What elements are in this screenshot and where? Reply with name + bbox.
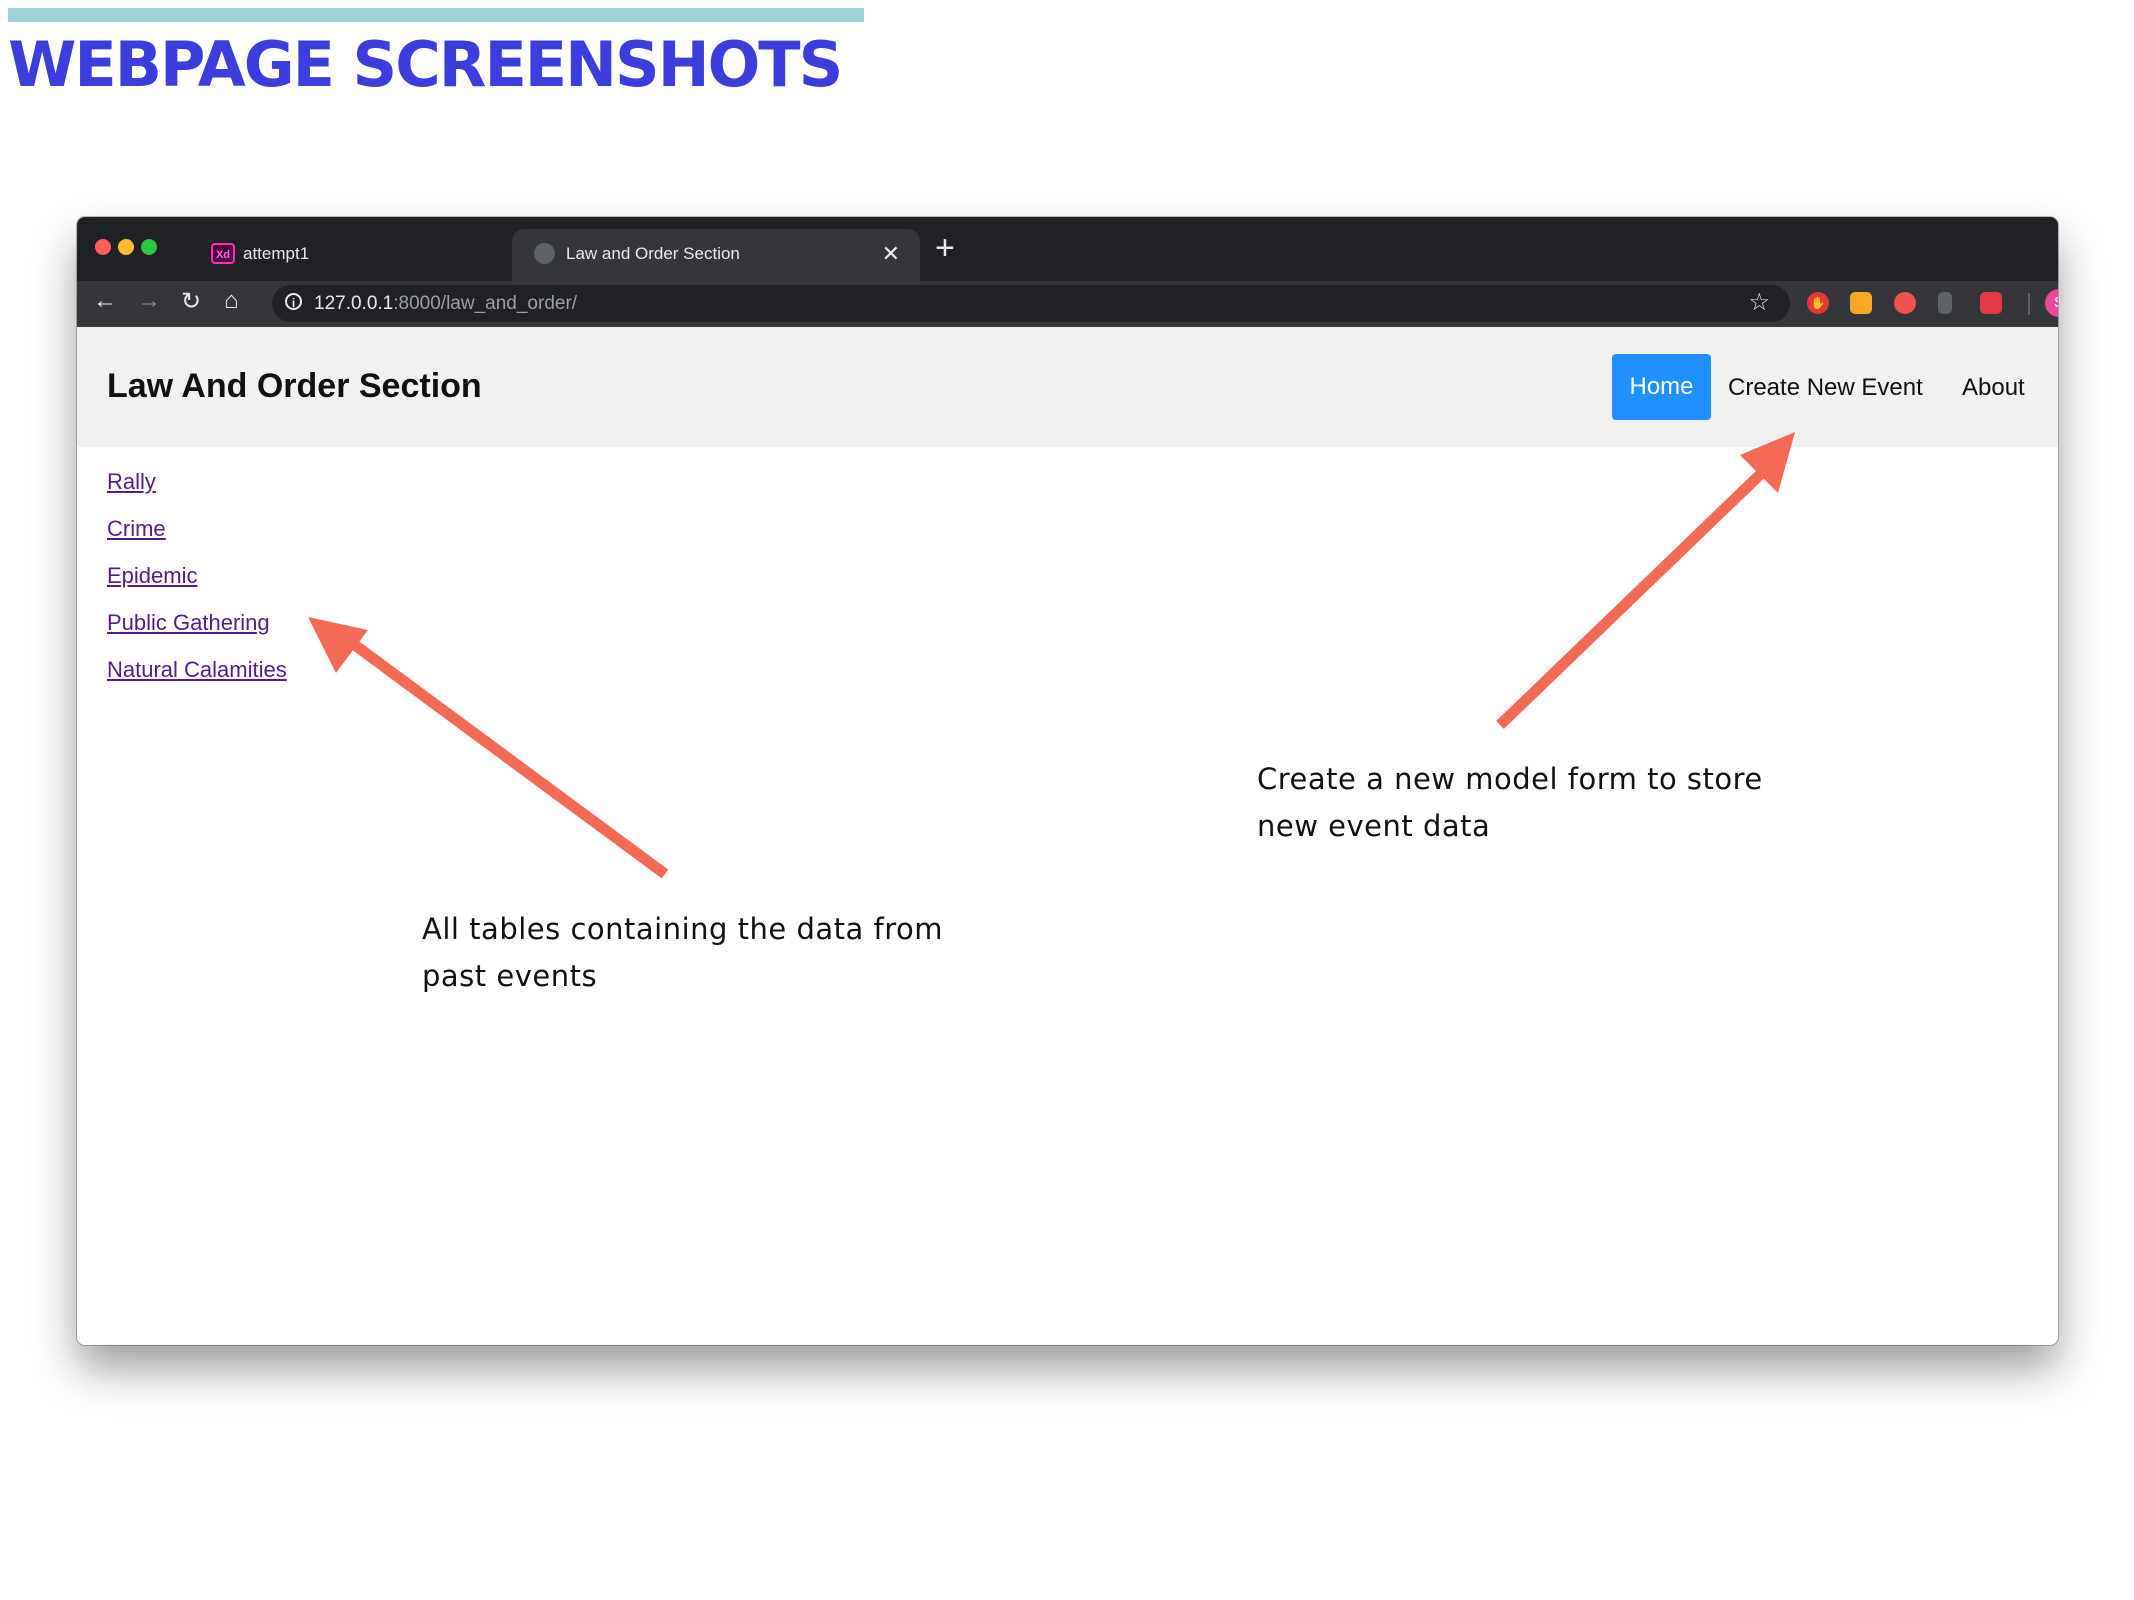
- close-window-button[interactable]: [95, 239, 111, 255]
- list-item: Epidemic: [107, 563, 287, 610]
- tab-law-and-order[interactable]: Law and Order Section ✕: [512, 229, 920, 281]
- reload-icon[interactable]: ↻: [181, 287, 201, 316]
- back-arrow-icon[interactable]: ←: [93, 287, 117, 315]
- site-navbar: Law And Order Section Home Create New Ev…: [77, 327, 2058, 447]
- annotation-line: All tables containing the data from: [422, 912, 943, 946]
- tab-title: attempt1: [243, 244, 310, 263]
- list-item: Crime: [107, 516, 287, 563]
- extension-icon[interactable]: [1850, 292, 1872, 314]
- url-path: :8000/law_and_order/: [393, 293, 578, 314]
- tab-title: Law and Order Section: [566, 244, 740, 263]
- list-item: Public Gathering: [107, 610, 287, 657]
- address-bar[interactable]: i 127.0.0.1:8000/law_and_order/ ☆: [272, 285, 1790, 322]
- extension-icon[interactable]: [1894, 292, 1916, 314]
- forward-arrow-icon[interactable]: →: [137, 287, 161, 315]
- list-item: Natural Calamities: [107, 657, 287, 704]
- nav-home-link[interactable]: Home: [1612, 354, 1711, 420]
- category-list: Rally Crime Epidemic Public Gathering Na…: [107, 469, 287, 704]
- info-icon[interactable]: i: [285, 293, 302, 310]
- nav-create-event-link[interactable]: Create New Event: [1728, 374, 1923, 402]
- home-icon[interactable]: ⌂: [224, 287, 239, 315]
- extension-icon[interactable]: [1980, 292, 2002, 314]
- category-link-epidemic[interactable]: Epidemic: [107, 563, 197, 588]
- url-host: 127.0.0.1: [314, 293, 394, 314]
- nav-about-link[interactable]: About: [1962, 374, 2025, 402]
- annotation-new-event: Create a new model form to store new eve…: [1257, 756, 1957, 850]
- xd-icon: Xd: [211, 243, 235, 264]
- minimize-window-button[interactable]: [118, 239, 134, 255]
- category-link-natural-calamities[interactable]: Natural Calamities: [107, 657, 287, 682]
- bookmark-extension-icon[interactable]: [1938, 292, 1952, 314]
- globe-icon: [534, 243, 555, 264]
- annotation-line: past events: [422, 959, 598, 993]
- category-link-public-gathering[interactable]: Public Gathering: [107, 610, 270, 635]
- toolbar-divider: [2028, 293, 2030, 315]
- title-accent-bar: [8, 8, 864, 22]
- new-tab-button[interactable]: +: [935, 229, 955, 268]
- list-item: Rally: [107, 469, 287, 516]
- category-link-crime[interactable]: Crime: [107, 516, 166, 541]
- category-link-rally[interactable]: Rally: [107, 469, 156, 494]
- site-brand: Law And Order Section: [107, 367, 482, 405]
- bookmark-star-icon[interactable]: ☆: [1748, 288, 1770, 317]
- annotation-line: new event data: [1257, 809, 1491, 843]
- adblock-extension-icon[interactable]: ✋: [1807, 292, 1829, 314]
- close-tab-icon[interactable]: ✕: [882, 241, 900, 267]
- profile-avatar[interactable]: S: [2045, 289, 2058, 317]
- url-text: 127.0.0.1:8000/law_and_order/: [314, 293, 577, 315]
- annotation-line: Create a new model form to store: [1257, 762, 1763, 796]
- maximize-window-button[interactable]: [141, 239, 157, 255]
- browser-toolbar: ← → ↻ ⌂ i 127.0.0.1:8000/law_and_order/ …: [77, 281, 2058, 327]
- annotation-past-events: All tables containing the data from past…: [422, 906, 1122, 1000]
- tab-strip: Xd attempt1 ✕ Law and Order Section ✕ +: [77, 217, 2058, 281]
- slide-title: WEBPAGE SCREENSHOTS: [8, 28, 843, 101]
